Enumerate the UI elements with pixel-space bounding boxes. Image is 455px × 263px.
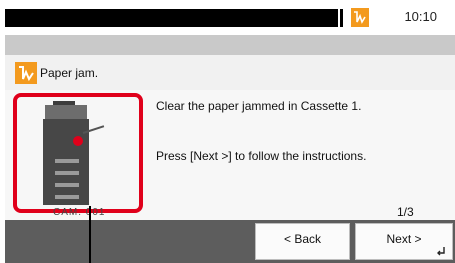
status-bar: 10:10 (0, 0, 455, 35)
status-message-area (5, 9, 338, 27)
back-button[interactable]: < Back (255, 223, 350, 260)
instruction-text-1: Clear the paper jammed in Cassette 1. (156, 99, 362, 113)
printer-top (45, 105, 87, 119)
cassette-slot (55, 159, 79, 163)
jam-alert-icon (15, 62, 37, 84)
status-divider (340, 9, 343, 27)
instruction-text-2: Press [Next >] to follow the instruction… (156, 149, 367, 163)
message-content: CAM. 001 Clear the paper jammed in Casse… (5, 90, 455, 220)
cassette-slot (55, 171, 79, 175)
message-title-row: Paper jam. (5, 55, 455, 90)
next-button[interactable]: Next > (355, 223, 453, 260)
message-title: Paper jam. (40, 66, 99, 80)
jam-alert-icon (351, 8, 369, 27)
jam-location-marker (73, 136, 83, 146)
header-strip (5, 35, 455, 55)
page-indicator: 1/3 (397, 205, 414, 219)
printer-illustration (13, 93, 143, 213)
printer-image (43, 101, 89, 205)
cassette-slot (55, 195, 79, 199)
status-time: 10:10 (404, 9, 437, 24)
cutoff-caption: CAM. 001 (53, 207, 106, 218)
next-button-label: Next > (386, 232, 422, 246)
cassette-slot (55, 183, 79, 187)
callout-line (89, 206, 91, 263)
enter-icon (437, 247, 445, 256)
